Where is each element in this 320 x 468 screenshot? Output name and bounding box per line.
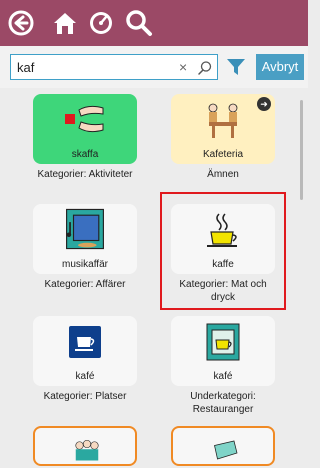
search-row: × Avbryt xyxy=(0,46,308,88)
result-caption: Kategorier: Affärer xyxy=(44,279,126,290)
result-card[interactable] xyxy=(160,426,286,466)
result-tile: skaffa xyxy=(33,94,137,164)
result-card[interactable]: kafé Kategorier: Platser xyxy=(22,316,148,403)
result-caption: Ämnen xyxy=(207,169,239,180)
result-tile xyxy=(33,426,137,466)
result-word: musikaffär xyxy=(62,259,108,270)
top-toolbar xyxy=(0,0,308,46)
results-grid: skaffa Kategorier: Aktiviteter ➜ Kafeter… xyxy=(0,88,308,466)
ticket-icon xyxy=(214,440,238,460)
result-word: skaffa xyxy=(71,149,99,160)
filter-icon[interactable] xyxy=(224,55,248,79)
home-icon[interactable] xyxy=(50,8,80,38)
result-tile: kafé xyxy=(33,316,137,386)
result-card[interactable] xyxy=(22,426,148,466)
music-store-icon xyxy=(66,208,104,250)
clear-icon[interactable]: × xyxy=(179,59,187,75)
result-word: Kafeteria xyxy=(202,149,244,160)
result-tile xyxy=(171,426,275,466)
result-tile: musikaffär xyxy=(33,204,137,274)
result-caption: Underkategori: Restauranger xyxy=(190,391,256,415)
result-card[interactable]: kafé Underkategori: Restauranger xyxy=(160,316,286,416)
result-tile: kafé xyxy=(171,316,275,386)
search-icon[interactable] xyxy=(124,8,154,38)
cafe-sign-icon xyxy=(69,326,101,358)
result-card[interactable]: musikaffär Kategorier: Affärer xyxy=(22,204,148,291)
hands-giving-icon xyxy=(65,105,104,133)
result-card[interactable]: ➜ Kafeteria Ämnen xyxy=(160,94,286,181)
result-caption: Kategorier: Aktiviteter xyxy=(37,169,133,180)
result-word: kafé xyxy=(75,371,95,382)
result-word: kafé xyxy=(213,371,233,382)
speedometer-icon[interactable] xyxy=(86,8,116,38)
result-card[interactable]: skaffa Kategorier: Aktiviteter xyxy=(22,94,148,181)
magnifier-icon[interactable] xyxy=(197,60,213,76)
result-tile: ➜ Kafeteria xyxy=(171,94,275,164)
result-caption: Kategorier: Platser xyxy=(43,391,127,402)
people-group-icon xyxy=(75,439,99,461)
cafe-shop-icon xyxy=(206,323,240,361)
scrollbar[interactable] xyxy=(300,100,303,200)
search-box: × xyxy=(10,54,218,80)
back-icon[interactable] xyxy=(6,8,36,38)
cancel-button[interactable]: Avbryt xyxy=(256,54,304,80)
selection-highlight xyxy=(160,192,286,310)
search-input[interactable] xyxy=(17,58,167,76)
cafeteria-icon xyxy=(208,103,238,138)
navigate-arrow-icon[interactable]: ➜ xyxy=(257,97,271,111)
